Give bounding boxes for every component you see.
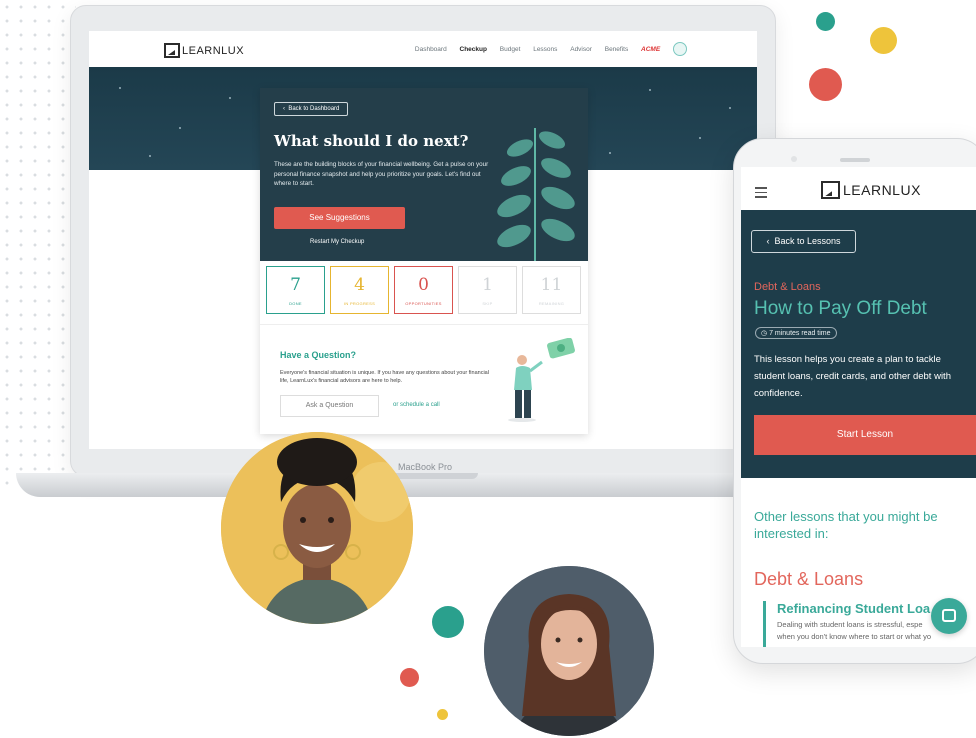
logo-chart-icon	[821, 181, 840, 200]
teal-dot	[432, 606, 464, 638]
hamburger-menu-icon[interactable]	[755, 187, 767, 201]
phone-camera	[791, 156, 797, 162]
phone-speaker	[840, 158, 870, 162]
learnlux-logo[interactable]: LEARNLUX	[164, 43, 244, 58]
yellow-dot	[437, 709, 448, 720]
question-title: Have a Question?	[280, 350, 357, 360]
lesson-category: Debt & Loans	[754, 281, 821, 293]
ask-question-button[interactable]: Ask a Question	[280, 395, 379, 417]
stat-opportunities[interactable]: 0 OPPORTUNITIES	[394, 266, 453, 314]
laptop-screen: LEARNLUX Dashboard Checkup Budget Lesson…	[89, 31, 757, 449]
checkup-header: ‹ Back to Dashboard What should I do nex…	[260, 88, 588, 261]
coral-dot	[809, 68, 842, 101]
learnlux-logo[interactable]: LEARNLUX	[821, 181, 921, 200]
nav-links: Dashboard Checkup Budget Lessons Advisor…	[404, 46, 687, 53]
lesson-hero: ‹ Back to Lessons Debt & Loans How to Pa…	[741, 210, 976, 478]
chat-icon[interactable]	[931, 598, 967, 634]
yellow-dot	[870, 27, 897, 54]
advisor-portrait	[221, 432, 413, 624]
see-suggestions-button[interactable]: See Suggestions	[274, 207, 405, 229]
advisor-portrait	[484, 566, 654, 736]
nav-lessons[interactable]: Lessons	[533, 46, 557, 53]
clock-icon: ◷	[761, 330, 768, 337]
lesson-accent-bar	[763, 601, 766, 647]
coral-dot	[400, 668, 419, 687]
lesson-description: This lesson helps you create a plan to t…	[754, 354, 951, 399]
page-description: These are the building blocks of your fi…	[274, 161, 489, 187]
employer-logo: ACME	[641, 46, 661, 53]
stat-done[interactable]: 7 DONE	[266, 266, 325, 314]
stat-skip[interactable]: 1 SKIP	[458, 266, 517, 314]
nav-checkup[interactable]: Checkup	[460, 46, 487, 53]
related-lesson-title[interactable]: Refinancing Student Loa	[777, 601, 930, 616]
phone-screen: LEARNLUX ‹ Back to Lessons Debt & Loans …	[741, 167, 976, 647]
back-to-lessons-button[interactable]: ‹ Back to Lessons	[751, 230, 856, 253]
nav-dashboard[interactable]: Dashboard	[415, 46, 447, 53]
schedule-call-link[interactable]: or schedule a call	[393, 402, 440, 408]
question-description: Everyone's financial situation is unique…	[280, 370, 489, 384]
dot-pattern	[0, 0, 76, 490]
read-time-badge: ◷ 7 minutes read time	[755, 327, 837, 339]
logo-chart-icon	[164, 43, 180, 58]
section-title: Debt & Loans	[754, 569, 864, 589]
teal-dot	[816, 12, 835, 31]
start-lesson-button[interactable]: Start Lesson	[754, 415, 976, 455]
lesson-title: How to Pay Off Debt	[754, 298, 927, 319]
divider	[260, 324, 588, 325]
nav-benefits[interactable]: Benefits	[605, 46, 629, 53]
nav-budget[interactable]: Budget	[500, 46, 521, 53]
stat-remaining[interactable]: 11 REMAINING	[522, 266, 581, 314]
page-title: What should I do next?	[274, 132, 469, 150]
other-lessons-heading: Other lessons that you might be interest…	[754, 509, 938, 541]
profile-avatar[interactable]	[673, 42, 687, 56]
back-to-dashboard-button[interactable]: ‹ Back to Dashboard	[274, 102, 349, 116]
top-nav: LEARNLUX Dashboard Checkup Budget Lesson…	[89, 31, 757, 67]
woman-portrait-image	[484, 566, 654, 736]
advisor-illustration	[508, 338, 575, 422]
nav-advisor[interactable]: Advisor	[570, 46, 592, 53]
plant-illustration	[497, 128, 575, 261]
checkup-card: ‹ Back to Dashboard What should I do nex…	[260, 88, 588, 434]
stat-in-progress[interactable]: 4 IN PROGRESS	[330, 266, 389, 314]
woman-portrait-image	[221, 432, 413, 624]
restart-checkup-link[interactable]: Restart My Checkup	[310, 239, 364, 245]
